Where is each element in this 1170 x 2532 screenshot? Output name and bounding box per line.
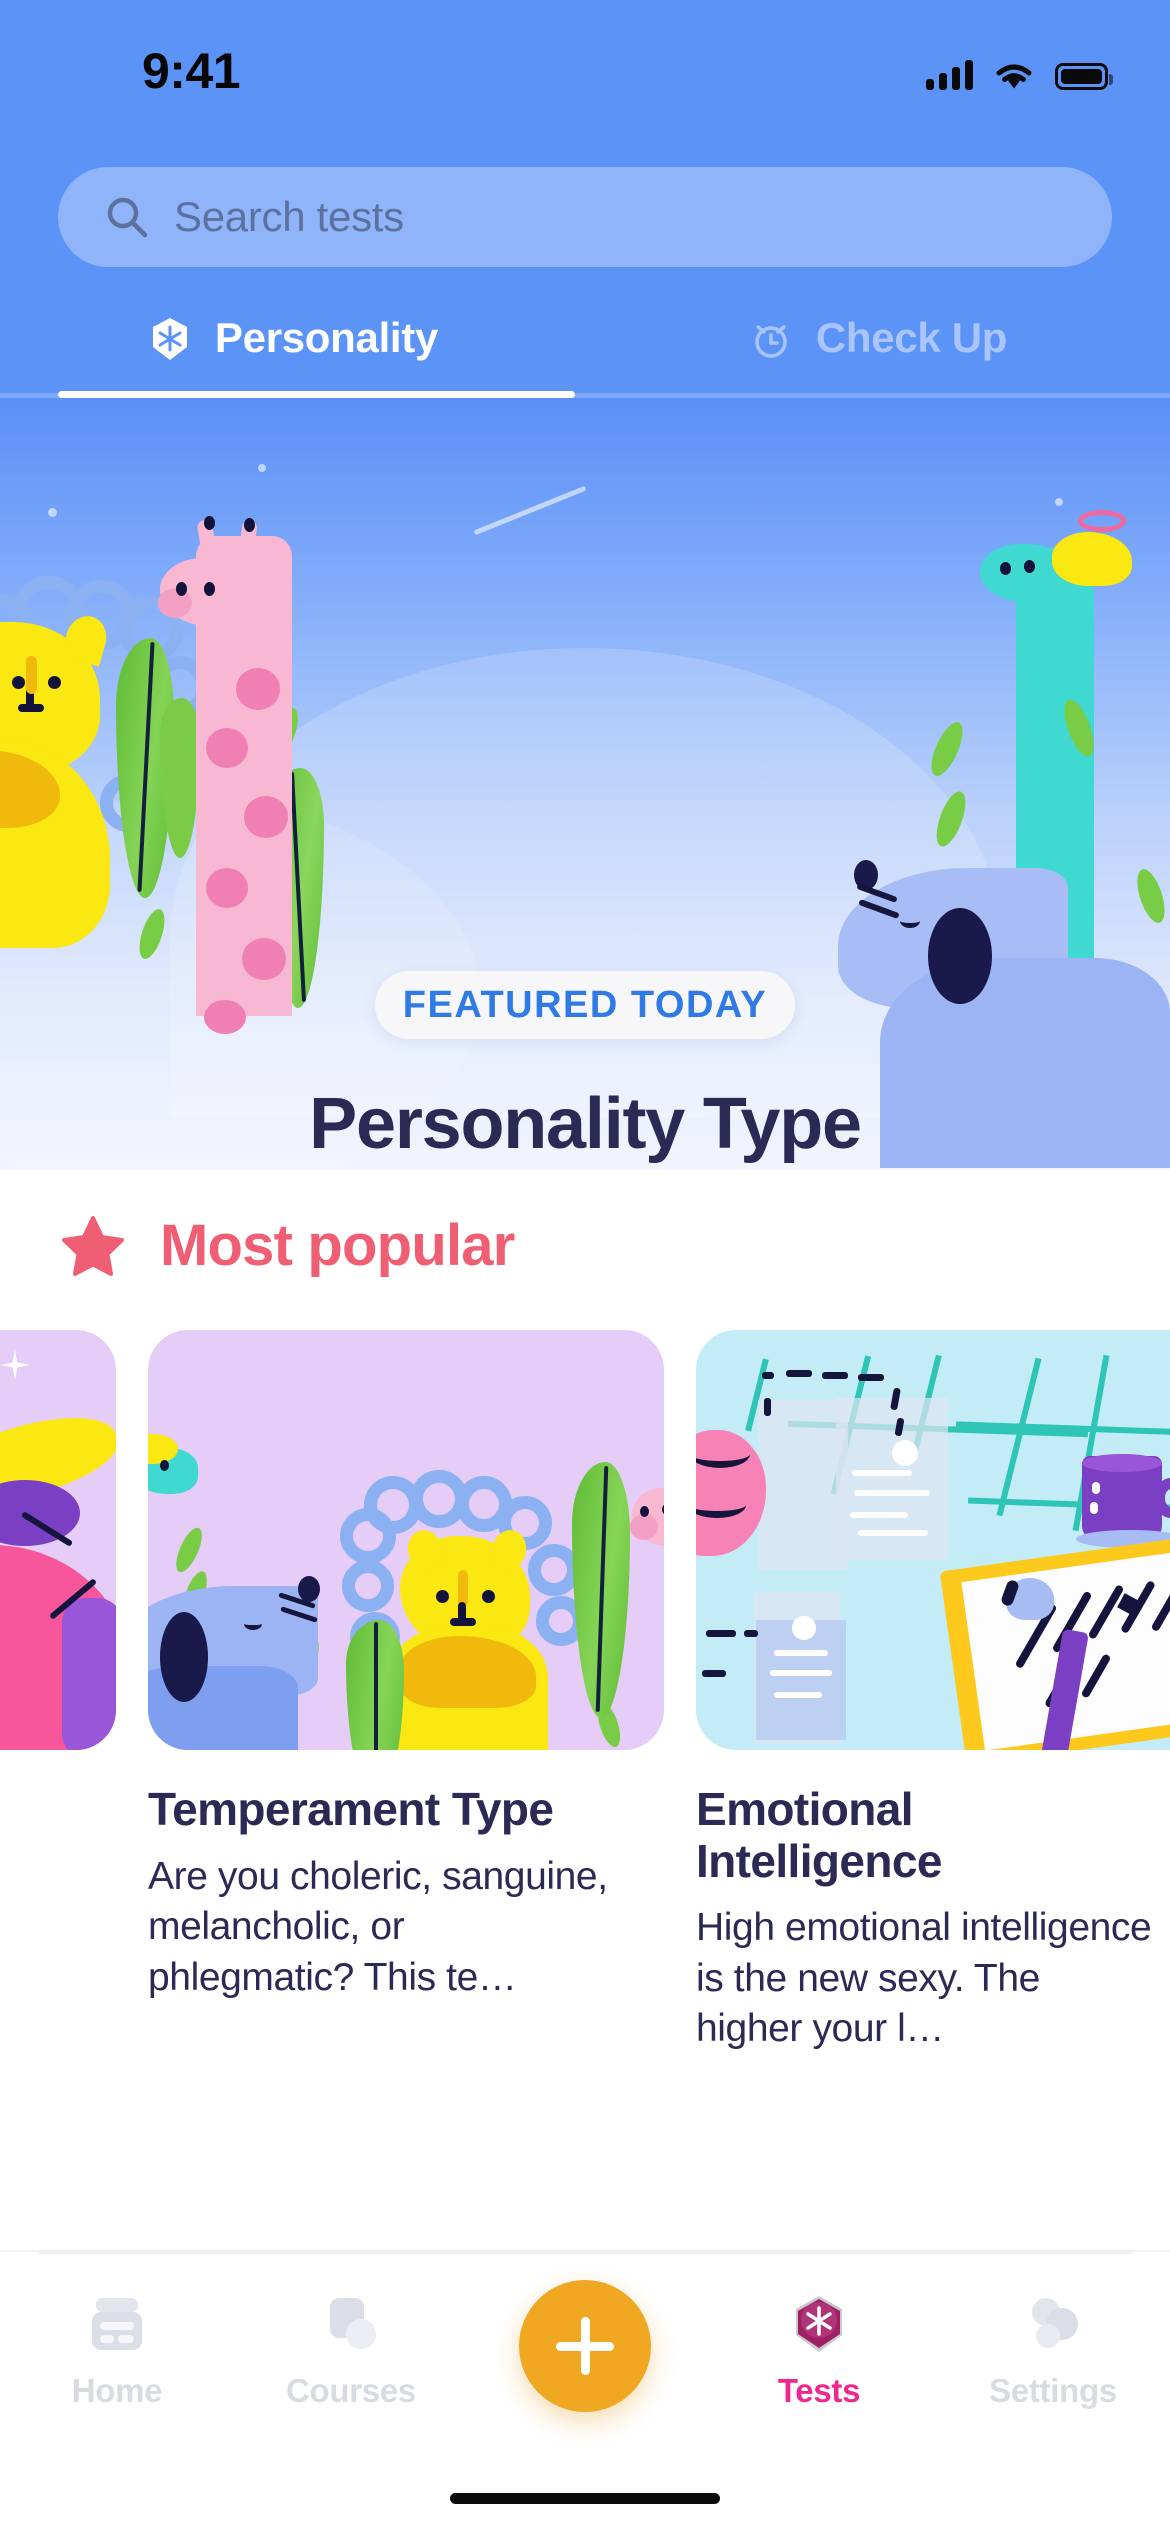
section-title: Most popular xyxy=(160,1213,515,1278)
card-carousel[interactable]: an r... xyxy=(0,1330,1170,2326)
nav-item-courses-label: Courses xyxy=(286,2372,416,2409)
featured-badge: FEATURED TODAY xyxy=(375,971,795,1039)
tab-check-up[interactable]: Check Up xyxy=(585,300,1170,398)
app-screen: 9:41 Search tests Personality Check Up F… xyxy=(0,0,1170,2532)
list-item[interactable]: Emotional Intelligence High emotional in… xyxy=(696,1330,1170,2326)
featured-badge-label: FEATURED TODAY xyxy=(402,983,768,1026)
cellular-bars-icon xyxy=(926,60,973,90)
nav-item-home-label: Home xyxy=(71,2372,163,2409)
hero-illustration-right xyxy=(820,398,1170,1170)
card-title: Temperament Type xyxy=(148,1783,554,1835)
hexagon-asterisk-icon xyxy=(796,2296,842,2352)
bottom-navigation: Home Courses Tests Settings xyxy=(0,2250,1170,2532)
sparkle-streak-decoration xyxy=(473,485,587,536)
status-bar-time: 9:41 xyxy=(142,43,241,99)
tab-personality-label: Personality xyxy=(214,314,439,361)
settings-gear-icon xyxy=(1032,2298,1078,2348)
wifi-icon xyxy=(996,64,1032,89)
hero-illustration-left xyxy=(0,398,360,1170)
alarm-clock-icon xyxy=(755,325,787,358)
home-indicator[interactable] xyxy=(450,2493,720,2504)
section-header: Most popular xyxy=(62,1212,515,1279)
most-popular-section: Most popular an r.. xyxy=(0,1170,1170,2326)
card-illustration xyxy=(0,1330,116,1750)
status-bar: 9:41 xyxy=(0,0,1170,100)
plus-icon-vertical xyxy=(580,2317,590,2375)
search-input[interactable]: Search tests xyxy=(58,167,1112,267)
card-description-line: r... xyxy=(0,1835,60,1886)
tab-active-indicator xyxy=(58,391,575,398)
add-button[interactable] xyxy=(519,2280,651,2412)
search-icon xyxy=(107,197,148,238)
card-illustration xyxy=(696,1330,1170,1750)
tab-check-up-label: Check Up xyxy=(815,314,1008,361)
courses-icon xyxy=(330,2298,376,2349)
battery-icon xyxy=(1055,63,1113,90)
card-title: Emotional Intelligence xyxy=(696,1783,942,1887)
home-icon xyxy=(92,2298,142,2350)
nav-item-tests-label: Tests xyxy=(777,2372,861,2409)
card-description: an r... xyxy=(0,1784,60,1885)
featured-hero[interactable]: FEATURED TODAY Personality Type 21 min 7… xyxy=(0,398,1170,1170)
list-item[interactable]: Temperament Type Are you choleric, sangu… xyxy=(148,1330,664,2326)
star-icon xyxy=(62,1215,124,1276)
tab-personality[interactable]: Personality xyxy=(0,300,585,398)
card-description: High emotional intelligence is the new s… xyxy=(696,1906,1152,2051)
card-illustration xyxy=(148,1330,664,1750)
page-title: Personality Type xyxy=(309,1084,862,1164)
nav-divider xyxy=(38,2252,1132,2254)
app-header: 9:41 Search tests Personality Check Up xyxy=(0,0,1170,398)
tab-bar: Personality Check Up xyxy=(0,300,1170,398)
nav-item-home[interactable]: Home xyxy=(0,2274,234,2454)
status-bar-icons xyxy=(926,54,1113,90)
search-placeholder: Search tests xyxy=(174,193,404,240)
hexagon-asterisk-icon xyxy=(152,318,187,360)
card-description-line: an xyxy=(0,1784,60,1835)
nav-item-settings-label: Settings xyxy=(989,2372,1117,2409)
nav-item-tests[interactable]: Tests xyxy=(702,2274,936,2454)
list-item[interactable]: an r... xyxy=(0,1330,116,2230)
card-description: Are you choleric, sanguine, melancholic,… xyxy=(148,1854,608,1999)
nav-item-settings[interactable]: Settings xyxy=(936,2274,1170,2454)
nav-item-courses[interactable]: Courses xyxy=(234,2274,468,2454)
